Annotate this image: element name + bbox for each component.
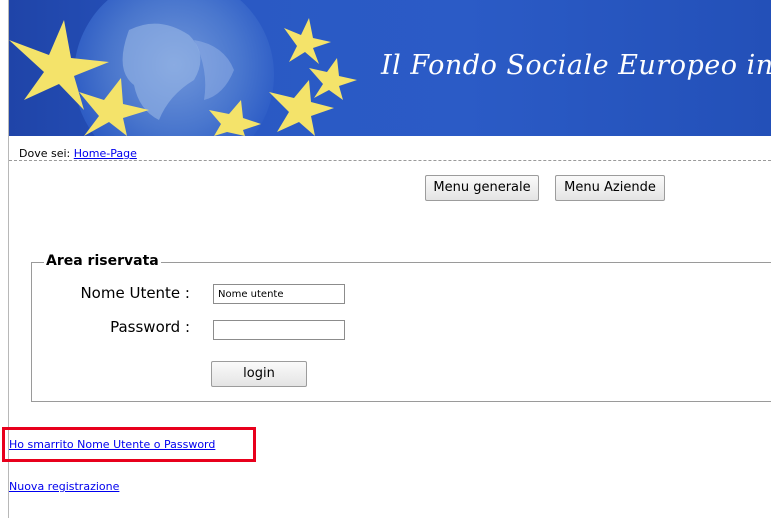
breadcrumb-label: Dove sei: bbox=[19, 147, 71, 160]
highlight-box bbox=[2, 427, 256, 462]
username-input[interactable] bbox=[213, 284, 345, 304]
breadcrumb: Dove sei: Home-Page bbox=[19, 147, 137, 160]
menu-aziende-button[interactable]: Menu Aziende bbox=[555, 175, 665, 201]
header-banner: Il Fondo Sociale Europeo in Trentino bbox=[9, 0, 771, 136]
login-legend: Area riservata bbox=[44, 253, 161, 269]
new-registration-link[interactable]: Nuova registrazione bbox=[9, 480, 119, 493]
menu-generale-button[interactable]: Menu generale bbox=[425, 175, 539, 201]
login-button[interactable]: login bbox=[211, 361, 307, 387]
password-input[interactable] bbox=[213, 320, 345, 340]
star-icon bbox=[284, 18, 331, 64]
password-label: Password : bbox=[110, 318, 190, 336]
username-label: Nome Utente : bbox=[80, 284, 190, 302]
breadcrumb-home-link[interactable]: Home-Page bbox=[74, 147, 137, 160]
breadcrumb-divider bbox=[9, 160, 771, 161]
site-title: Il Fondo Sociale Europeo in Trentino bbox=[381, 50, 771, 81]
star-icon bbox=[309, 58, 357, 100]
